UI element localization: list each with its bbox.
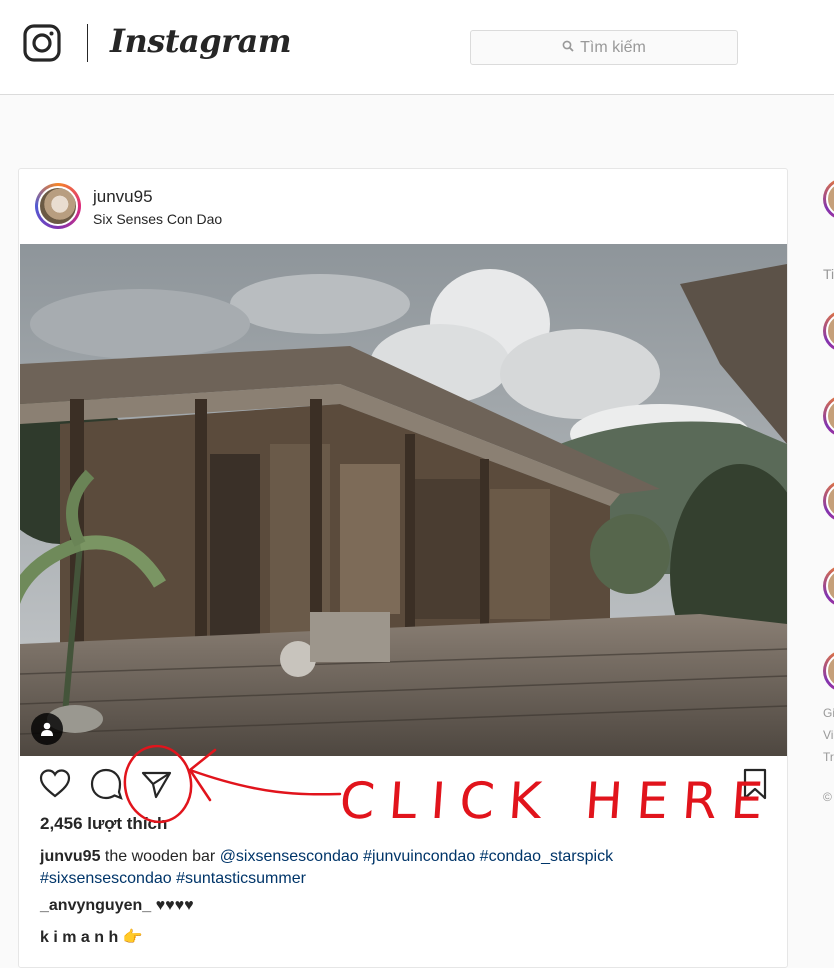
caption-username[interactable]: junvu95 — [40, 848, 100, 865]
instagram-logo-icon[interactable] — [23, 24, 61, 62]
caption-mention[interactable]: @sixsensescondao — [220, 848, 359, 865]
avatar[interactable] — [823, 565, 834, 607]
hashtag[interactable]: #suntasticsummer — [176, 870, 306, 887]
sidebar-title: Ti — [823, 266, 834, 282]
top-navigation-bar: Instagram Tìm kiếm — [0, 0, 834, 95]
footer-link[interactable]: Tr — [823, 750, 834, 764]
post-location[interactable]: Six Senses Con Dao — [93, 211, 222, 227]
comment-icon[interactable] — [89, 767, 123, 801]
search-icon — [562, 40, 574, 55]
right-sidebar: Ti Gi Vi Tr © — [815, 170, 834, 870]
avatar[interactable] — [823, 395, 834, 437]
annotation-click-here-text: CLICK HERE — [337, 772, 779, 830]
comment-text: ♥♥♥♥ — [155, 897, 194, 914]
heart-icon[interactable] — [38, 767, 72, 801]
post-photo[interactable] — [20, 244, 787, 756]
avatar[interactable] — [823, 178, 834, 220]
share-paper-plane-icon[interactable] — [139, 767, 173, 801]
post-caption: junvu95 the wooden bar @sixsensescondao … — [40, 846, 770, 890]
comment-username[interactable]: k i m a n h — [40, 929, 118, 946]
avatar[interactable] — [823, 650, 834, 692]
search-placeholder: Tìm kiếm — [580, 38, 646, 56]
avatar[interactable] — [823, 310, 834, 352]
hashtag[interactable]: #junvuincondao — [363, 848, 475, 865]
footer-link[interactable]: Vi — [823, 728, 833, 742]
instagram-wordmark[interactable]: Instagram — [110, 22, 292, 60]
like-count[interactable]: 2,456 lượt thích — [40, 814, 167, 834]
comment-item: k i m a n h 👉 — [40, 927, 143, 947]
hashtag[interactable]: #sixsensescondao — [40, 870, 172, 887]
post-username[interactable]: junvu95 — [93, 187, 153, 207]
copyright-text: © — [823, 790, 832, 804]
comment-item: _anvynguyen_ ♥♥♥♥ — [40, 897, 194, 915]
user-tag-icon[interactable] — [31, 713, 63, 745]
hashtag[interactable]: #condao_starspick — [480, 848, 613, 865]
avatar[interactable] — [823, 480, 834, 522]
footer-link[interactable]: Gi — [823, 706, 834, 720]
comment-text: 👉 — [122, 929, 143, 946]
feed-post: junvu95 Six Senses Con Dao 2,456 lượt th… — [18, 168, 788, 968]
comment-username[interactable]: _anvynguyen_ — [40, 897, 151, 914]
caption-text: the wooden bar — [104, 848, 216, 865]
logo-divider — [87, 24, 88, 62]
search-input[interactable]: Tìm kiếm — [470, 30, 738, 65]
avatar[interactable] — [35, 183, 81, 229]
